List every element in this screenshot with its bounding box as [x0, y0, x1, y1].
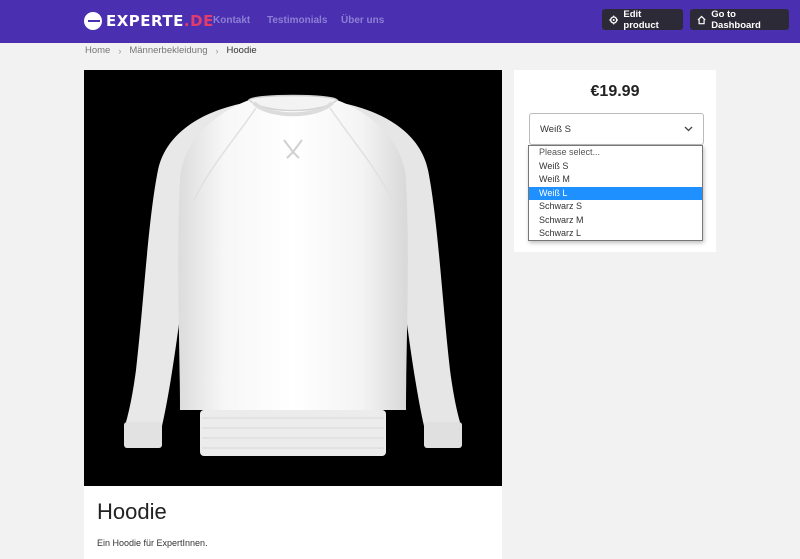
nav-link-testimonials[interactable]: Testimonials	[267, 15, 327, 26]
chevron-right-icon: ›	[118, 45, 122, 56]
breadcrumb-category[interactable]: Männerbekleidung	[129, 45, 207, 56]
home-icon	[697, 15, 706, 24]
nav-link-kontakt[interactable]: Kontakt	[213, 15, 250, 26]
go-to-dashboard-button[interactable]: Go to Dashboard	[690, 8, 789, 31]
sweatshirt-illustration	[124, 94, 462, 456]
variant-select-value: Weiß S	[540, 123, 571, 135]
nav-link-ueber-uns[interactable]: Über uns	[341, 15, 384, 26]
variant-option[interactable]: Schwarz L	[529, 227, 702, 241]
variant-option[interactable]: Schwarz M	[529, 214, 702, 228]
breadcrumb-current: Hoodie	[226, 45, 257, 56]
site-logo[interactable]: EXPERTE .DE	[84, 11, 214, 31]
logo-icon	[84, 12, 102, 30]
gear-icon	[609, 15, 619, 24]
product-info-card: Hoodie Ein Hoodie für ExpertInnen.	[84, 486, 502, 559]
edit-product-label: Edit product	[623, 8, 659, 31]
logo-text: EXPERTE	[106, 12, 184, 30]
go-to-dashboard-label: Go to Dashboard	[711, 8, 761, 31]
chevron-right-icon: ›	[215, 45, 219, 56]
edit-product-button[interactable]: Edit product	[602, 8, 683, 31]
product-title: Hoodie	[97, 499, 167, 524]
product-price: €19.99	[590, 83, 640, 100]
variant-option[interactable]: Weiß M	[529, 173, 702, 187]
chevron-down-icon	[684, 126, 693, 132]
top-navigation-bar: EXPERTE .DE Kontakt Testimonials Über un…	[0, 0, 800, 43]
variant-option[interactable]: Schwarz S	[529, 200, 702, 214]
logo-tld: .DE	[183, 12, 214, 30]
variant-option-highlighted[interactable]: Weiß L	[529, 186, 702, 200]
variant-select[interactable]: Weiß S	[529, 113, 704, 145]
breadcrumb: Home › Männerbekleidung › Hoodie	[85, 45, 257, 56]
product-description: Ein Hoodie für ExpertInnen.	[97, 538, 208, 548]
variant-dropdown-list: Please select... Weiß S Weiß M Weiß L Sc…	[528, 145, 703, 241]
variant-option[interactable]: Weiß S	[529, 160, 702, 174]
breadcrumb-home[interactable]: Home	[85, 45, 110, 56]
product-image	[84, 70, 502, 486]
variant-option-placeholder[interactable]: Please select...	[529, 146, 702, 160]
